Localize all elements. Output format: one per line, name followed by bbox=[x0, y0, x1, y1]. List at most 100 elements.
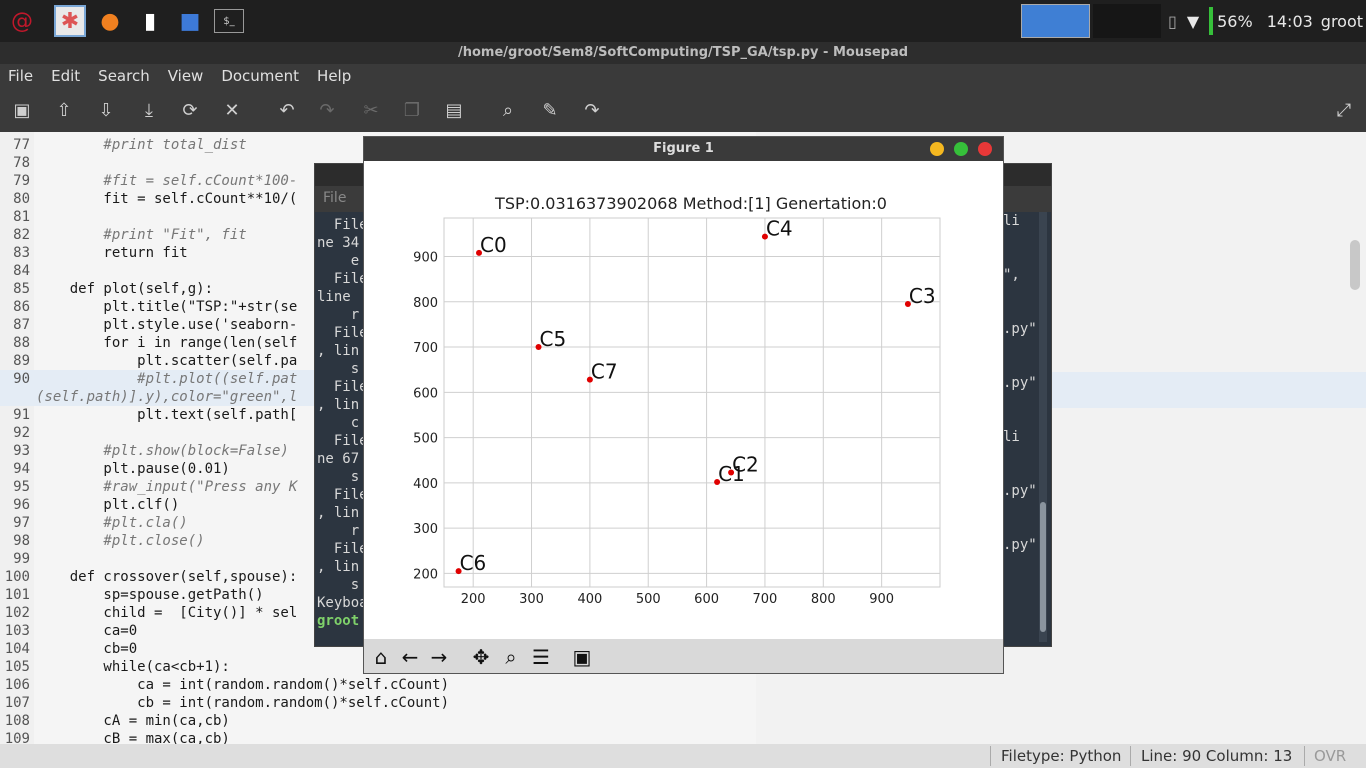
menu-search[interactable]: Search bbox=[98, 67, 150, 85]
line-number: 103 bbox=[4, 623, 30, 639]
terminal-scrollbar[interactable] bbox=[1039, 212, 1047, 642]
zoom-icon[interactable]: ⌕ bbox=[498, 644, 524, 670]
code-line[interactable]: 108 cA = min(ca,cb) bbox=[0, 712, 756, 730]
terminal-line: File bbox=[317, 541, 368, 557]
scatter-chart[interactable]: TSP:0.0316373902068 Method:[1] Genertati… bbox=[364, 161, 1003, 637]
line-number: 102 bbox=[4, 605, 30, 621]
terminal-line: ne 67 bbox=[317, 451, 360, 467]
workspace-thumbnail[interactable] bbox=[1093, 4, 1161, 38]
x-tick-label: 200 bbox=[461, 592, 486, 607]
reload-icon[interactable]: ⟳ bbox=[176, 96, 204, 124]
line-number: 92 bbox=[13, 425, 30, 441]
editor-scrollbar[interactable] bbox=[1350, 240, 1360, 290]
app-launcher-icon[interactable]: ✱ bbox=[54, 5, 86, 37]
battery-icon[interactable] bbox=[1209, 7, 1214, 35]
x-tick-label: 500 bbox=[636, 592, 661, 607]
terminal-fragment: .py" bbox=[1003, 321, 1037, 337]
code-line[interactable]: 109 cB = max(ca,cb) bbox=[0, 730, 756, 744]
home-icon[interactable]: ⌂ bbox=[368, 644, 394, 670]
maximize-button[interactable] bbox=[954, 142, 968, 156]
paste-icon[interactable]: ▤ bbox=[440, 96, 468, 124]
code-text: #raw_input("Press any K bbox=[36, 479, 298, 495]
goto-icon[interactable]: ↷ bbox=[578, 96, 606, 124]
menubar: File Edit Search View Document Help bbox=[0, 64, 1366, 88]
line-number: 106 bbox=[4, 677, 30, 693]
line-number: 87 bbox=[13, 317, 30, 333]
code-text: plt.clf() bbox=[36, 497, 180, 513]
forward-icon[interactable]: → bbox=[426, 644, 452, 670]
code-text: for i in range(len(self bbox=[36, 335, 298, 351]
code-text: cb=0 bbox=[36, 641, 138, 657]
menu-edit[interactable]: Edit bbox=[51, 67, 80, 85]
save-as-icon[interactable]: ⤓ bbox=[135, 96, 163, 124]
line-number: 95 bbox=[13, 479, 30, 495]
code-text: def plot(self,g): bbox=[36, 281, 214, 297]
undo-icon[interactable]: ↶ bbox=[273, 96, 301, 124]
menu-view[interactable]: View bbox=[168, 67, 204, 85]
plot-area bbox=[443, 217, 941, 588]
configure-subplots-icon[interactable]: ☰ bbox=[528, 644, 554, 670]
line-number: 80 bbox=[13, 191, 30, 207]
window-title: /home/groot/Sem8/SoftComputing/TSP_GA/ts… bbox=[0, 42, 1366, 64]
line-number: 107 bbox=[4, 695, 30, 711]
figure-titlebar[interactable]: Figure 1 bbox=[364, 137, 1003, 161]
debian-menu-icon[interactable]: @ bbox=[6, 5, 38, 37]
cut-icon[interactable]: ✂ bbox=[357, 96, 385, 124]
code-text: def crossover(self,spouse): bbox=[36, 569, 298, 585]
terminal-line: , lin bbox=[317, 397, 360, 413]
wifi-icon[interactable]: ▼ bbox=[1187, 12, 1199, 31]
file-manager-icon[interactable]: ■ bbox=[174, 5, 206, 37]
figure-window[interactable]: Figure 1 TSP:0.0316373902068 Method:[1] … bbox=[363, 136, 1004, 674]
close-button[interactable] bbox=[978, 142, 992, 156]
line-number: 94 bbox=[13, 461, 30, 477]
active-window-thumbnail[interactable] bbox=[1021, 4, 1090, 38]
copy-icon[interactable]: ❐ bbox=[398, 96, 426, 124]
line-number: 89 bbox=[13, 353, 30, 369]
menu-file[interactable]: File bbox=[8, 67, 33, 85]
line-number: 98 bbox=[13, 533, 30, 549]
line-number: 99 bbox=[13, 551, 30, 567]
close-icon[interactable]: ✕ bbox=[218, 96, 246, 124]
overwrite-mode-status[interactable]: OVR bbox=[1314, 747, 1346, 765]
back-icon[interactable]: ← bbox=[397, 644, 423, 670]
firefox-icon[interactable]: ● bbox=[94, 5, 126, 37]
code-text: #print total_dist bbox=[36, 137, 247, 153]
terminal-line: , lin bbox=[317, 559, 360, 575]
new-document-icon[interactable]: ▣ bbox=[8, 96, 36, 124]
terminal-line: File bbox=[317, 379, 368, 395]
code-line[interactable]: 106 ca = int(random.random()*self.cCount… bbox=[0, 676, 756, 694]
filetype-status[interactable]: Filetype: Python bbox=[1001, 747, 1121, 765]
replace-icon[interactable]: ✎ bbox=[536, 96, 564, 124]
terminal-icon[interactable]: $_ bbox=[214, 9, 244, 33]
clipboard-icon[interactable]: ▯ bbox=[1168, 12, 1177, 31]
menu-document[interactable]: Document bbox=[221, 67, 299, 85]
clock[interactable]: 14:03 bbox=[1267, 12, 1313, 31]
code-line[interactable]: 107 cb = int(random.random()*self.cCount… bbox=[0, 694, 756, 712]
line-number: 101 bbox=[4, 587, 30, 603]
city-label: C7 bbox=[591, 360, 618, 384]
menu-help[interactable]: Help bbox=[317, 67, 351, 85]
save-icon[interactable]: ⇩ bbox=[92, 96, 120, 124]
pan-icon[interactable]: ✥ bbox=[468, 644, 494, 670]
tray: ▯ ▼ 56% 14:03 groot bbox=[1168, 0, 1363, 42]
terminal-fragment: li bbox=[1003, 429, 1020, 445]
minimize-button[interactable] bbox=[930, 142, 944, 156]
city-label: C2 bbox=[732, 452, 759, 476]
save-figure-icon[interactable]: ▣ bbox=[569, 644, 595, 670]
code-text: ca=0 bbox=[36, 623, 138, 639]
line-number: 81 bbox=[13, 209, 30, 225]
line-number: 85 bbox=[13, 281, 30, 297]
y-tick-label: 800 bbox=[413, 296, 438, 311]
terminal-fragment: li bbox=[1003, 213, 1020, 229]
figure-title: Figure 1 bbox=[653, 141, 714, 156]
code-text: #plt.show(block=False) bbox=[36, 443, 289, 459]
text-editor-icon[interactable]: ▮ bbox=[134, 5, 166, 37]
search-icon[interactable]: ⌕ bbox=[494, 96, 522, 124]
redo-icon[interactable]: ↷ bbox=[313, 96, 341, 124]
code-text: cA = min(ca,cb) bbox=[36, 713, 230, 729]
open-icon[interactable]: ⇧ bbox=[50, 96, 78, 124]
fullscreen-icon[interactable]: ⤢ bbox=[1330, 96, 1358, 124]
code-text: plt.style.use('seaborn- bbox=[36, 317, 298, 333]
code-text: #plt.close() bbox=[36, 533, 205, 549]
username[interactable]: groot bbox=[1321, 12, 1363, 31]
